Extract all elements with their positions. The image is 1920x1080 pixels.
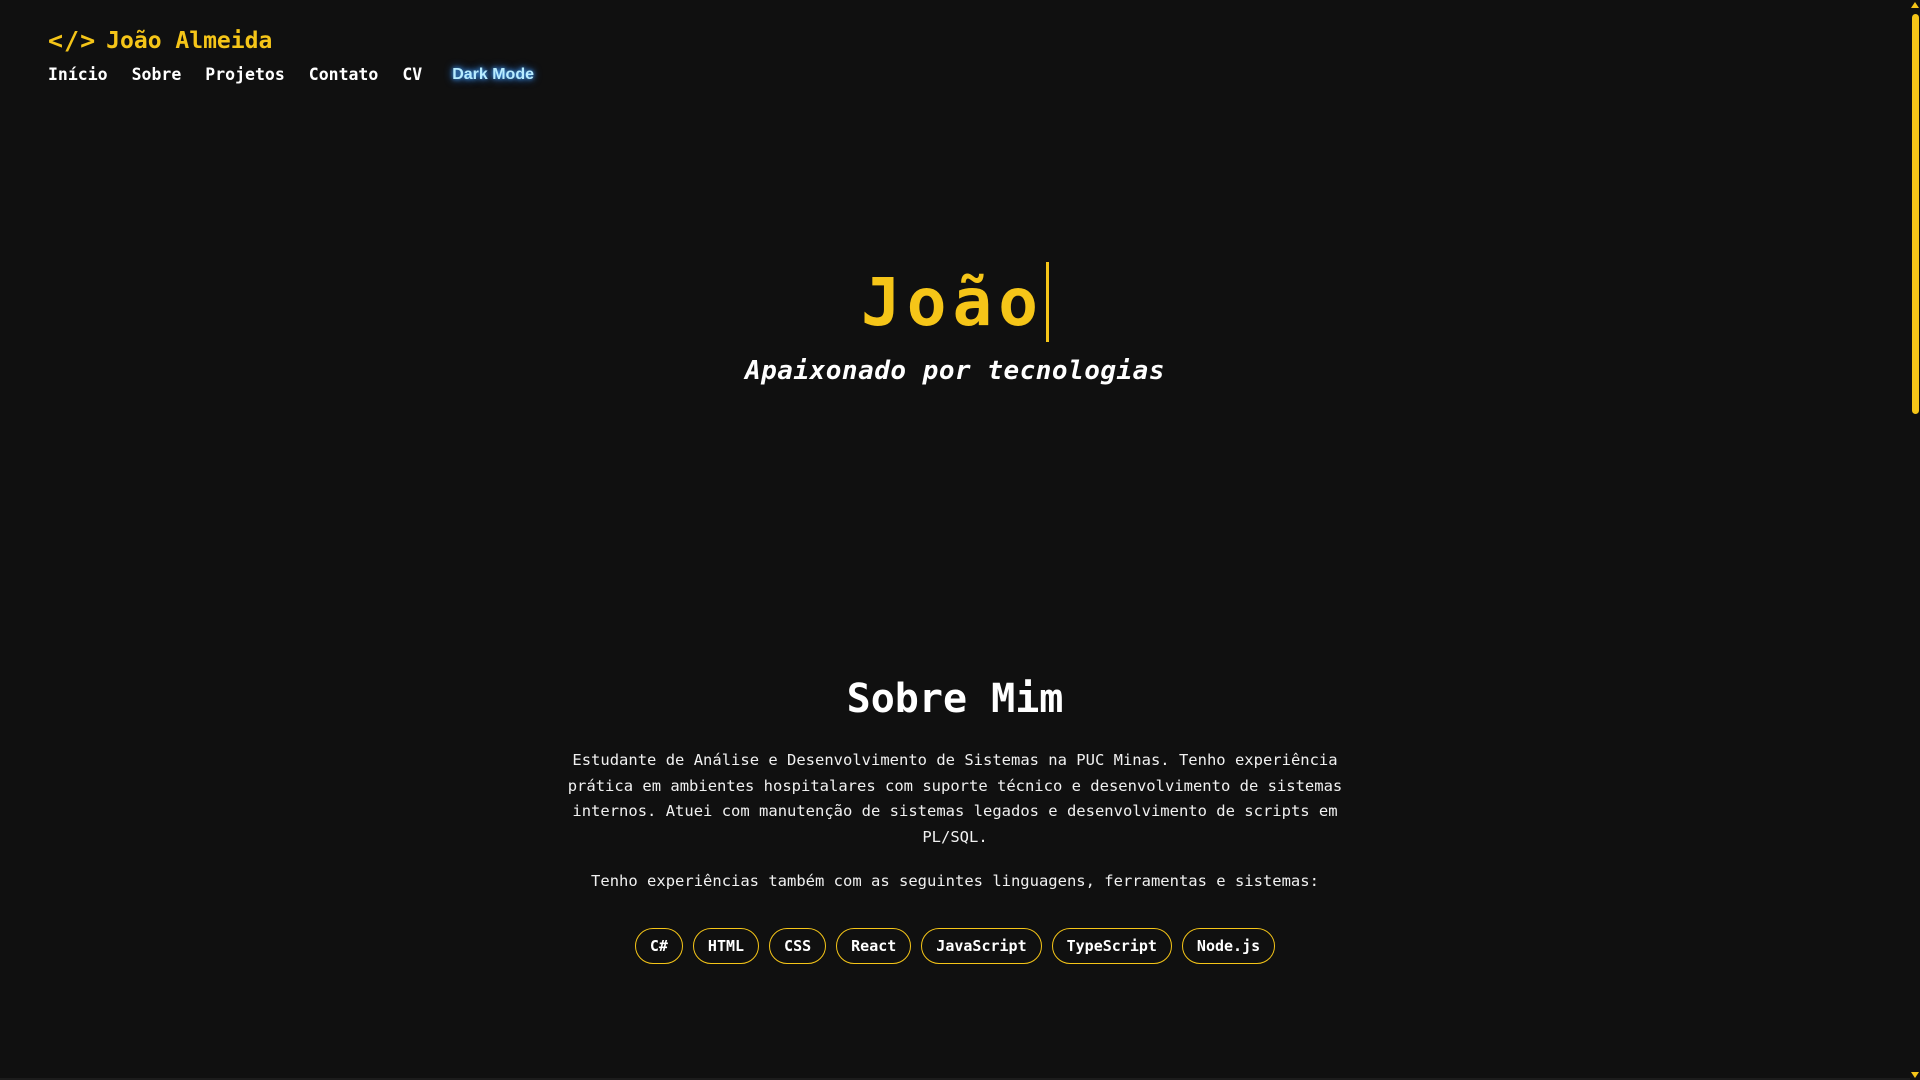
about-title: Sobre Mim bbox=[846, 676, 1064, 722]
scroll-down-icon[interactable] bbox=[1911, 1072, 1919, 1078]
typing-cursor bbox=[1045, 262, 1049, 342]
logo-name: João Almeida bbox=[106, 27, 273, 54]
skill-chip-css: CSS bbox=[769, 928, 827, 964]
page: </> João Almeida Início Sobre Projetos C… bbox=[0, 0, 1920, 1080]
skill-chip-csharp: C# bbox=[634, 928, 683, 964]
about-section: Sobre Mim Estudante de Análise e Desenvo… bbox=[0, 676, 1910, 964]
skill-chip-javascript: JavaScript bbox=[921, 928, 1042, 964]
hero-subtitle: Apaixonado por tecnologias bbox=[745, 356, 1165, 386]
nav-link-contato[interactable]: Contato bbox=[309, 65, 379, 84]
nav-link-sobre[interactable]: Sobre bbox=[132, 65, 182, 84]
scroll-up-icon[interactable] bbox=[1911, 2, 1919, 8]
hero-title: João bbox=[861, 262, 1049, 342]
about-paragraph: Estudante de Análise e Desenvolvimento d… bbox=[567, 751, 1343, 846]
skills-list: C# HTML CSS React JavaScript TypeScript … bbox=[0, 928, 1910, 964]
skill-chip-typescript: TypeScript bbox=[1051, 928, 1172, 964]
about-skills-intro: Tenho experiências também com as seguint… bbox=[591, 872, 1319, 890]
code-icon: </> bbox=[48, 26, 97, 55]
main-nav: Início Sobre Projetos Contato CV Dark Mo… bbox=[48, 65, 534, 84]
nav-link-projetos[interactable]: Projetos bbox=[205, 65, 284, 84]
nav-link-cv[interactable]: CV bbox=[402, 65, 422, 84]
scrollbar-thumb[interactable] bbox=[1912, 14, 1919, 414]
nav-link-inicio[interactable]: Início bbox=[48, 65, 108, 84]
skill-chip-react: React bbox=[836, 928, 912, 964]
hero-title-text: João bbox=[861, 263, 1044, 341]
skill-chip-nodejs: Node.js bbox=[1181, 928, 1276, 964]
page-scrollbar[interactable] bbox=[1910, 0, 1920, 1080]
dark-mode-toggle[interactable]: Dark Mode bbox=[452, 66, 534, 84]
hero-section: João Apaixonado por tecnologias bbox=[0, 262, 1910, 386]
site-header: </> João Almeida Início Sobre Projetos C… bbox=[48, 26, 534, 84]
skill-chip-html: HTML bbox=[692, 928, 760, 964]
site-logo[interactable]: </> João Almeida bbox=[48, 26, 534, 55]
